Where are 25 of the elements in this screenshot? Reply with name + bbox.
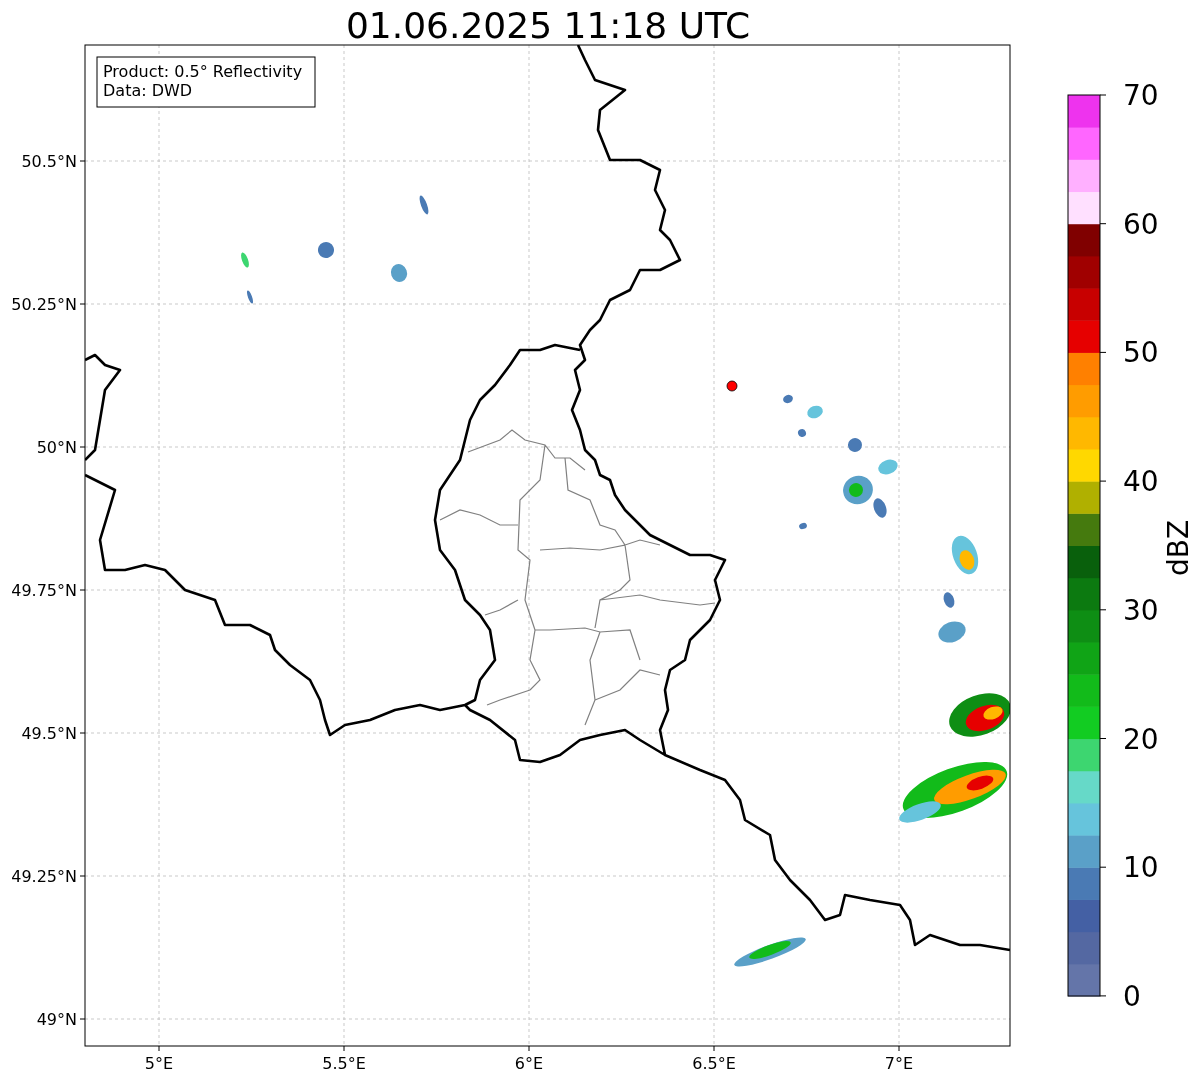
colorbar-tick-label: 20 <box>1123 722 1159 756</box>
axis-tick-label: 50°N <box>36 438 77 457</box>
axis-tick-label: 50.5°N <box>21 152 77 171</box>
colorbar-tick-label: 50 <box>1123 336 1159 370</box>
axis-tick-label: 50.25°N <box>11 295 77 314</box>
axis-tick-label: 5°E <box>144 1054 174 1073</box>
axis-tick-label: 5.5°E <box>322 1054 366 1073</box>
legend-text: Product: 0.5° Reflectivity <box>103 62 303 81</box>
colorbar-tick-label: 70 <box>1123 79 1159 112</box>
colorbar-tick-label: 0 <box>1123 979 1141 1013</box>
colorbar-tick-label: 10 <box>1123 851 1159 885</box>
axis-tick-label: 6.5°E <box>692 1054 736 1073</box>
axis-tick-label: 49.25°N <box>11 867 77 886</box>
colorbar-tick-label: 30 <box>1123 593 1159 627</box>
legend-text: Data: DWD <box>103 81 193 100</box>
colorbar-label: dBZ <box>1162 519 1195 577</box>
colorbar-tick-label: 60 <box>1123 207 1159 241</box>
axis-tick-label: 49.5°N <box>21 724 77 743</box>
axis-tick-label: 6°E <box>514 1054 544 1073</box>
axis-tick-label: 7°E <box>884 1054 914 1073</box>
axis-tick-label: 49°N <box>36 1010 77 1029</box>
site-marker-icon <box>726 380 738 392</box>
colorbar-tick-label: 40 <box>1123 465 1159 499</box>
axis-tick-label: 49.75°N <box>11 581 77 600</box>
chart-title: 01.06.2025 11:18 UTC <box>345 5 751 46</box>
